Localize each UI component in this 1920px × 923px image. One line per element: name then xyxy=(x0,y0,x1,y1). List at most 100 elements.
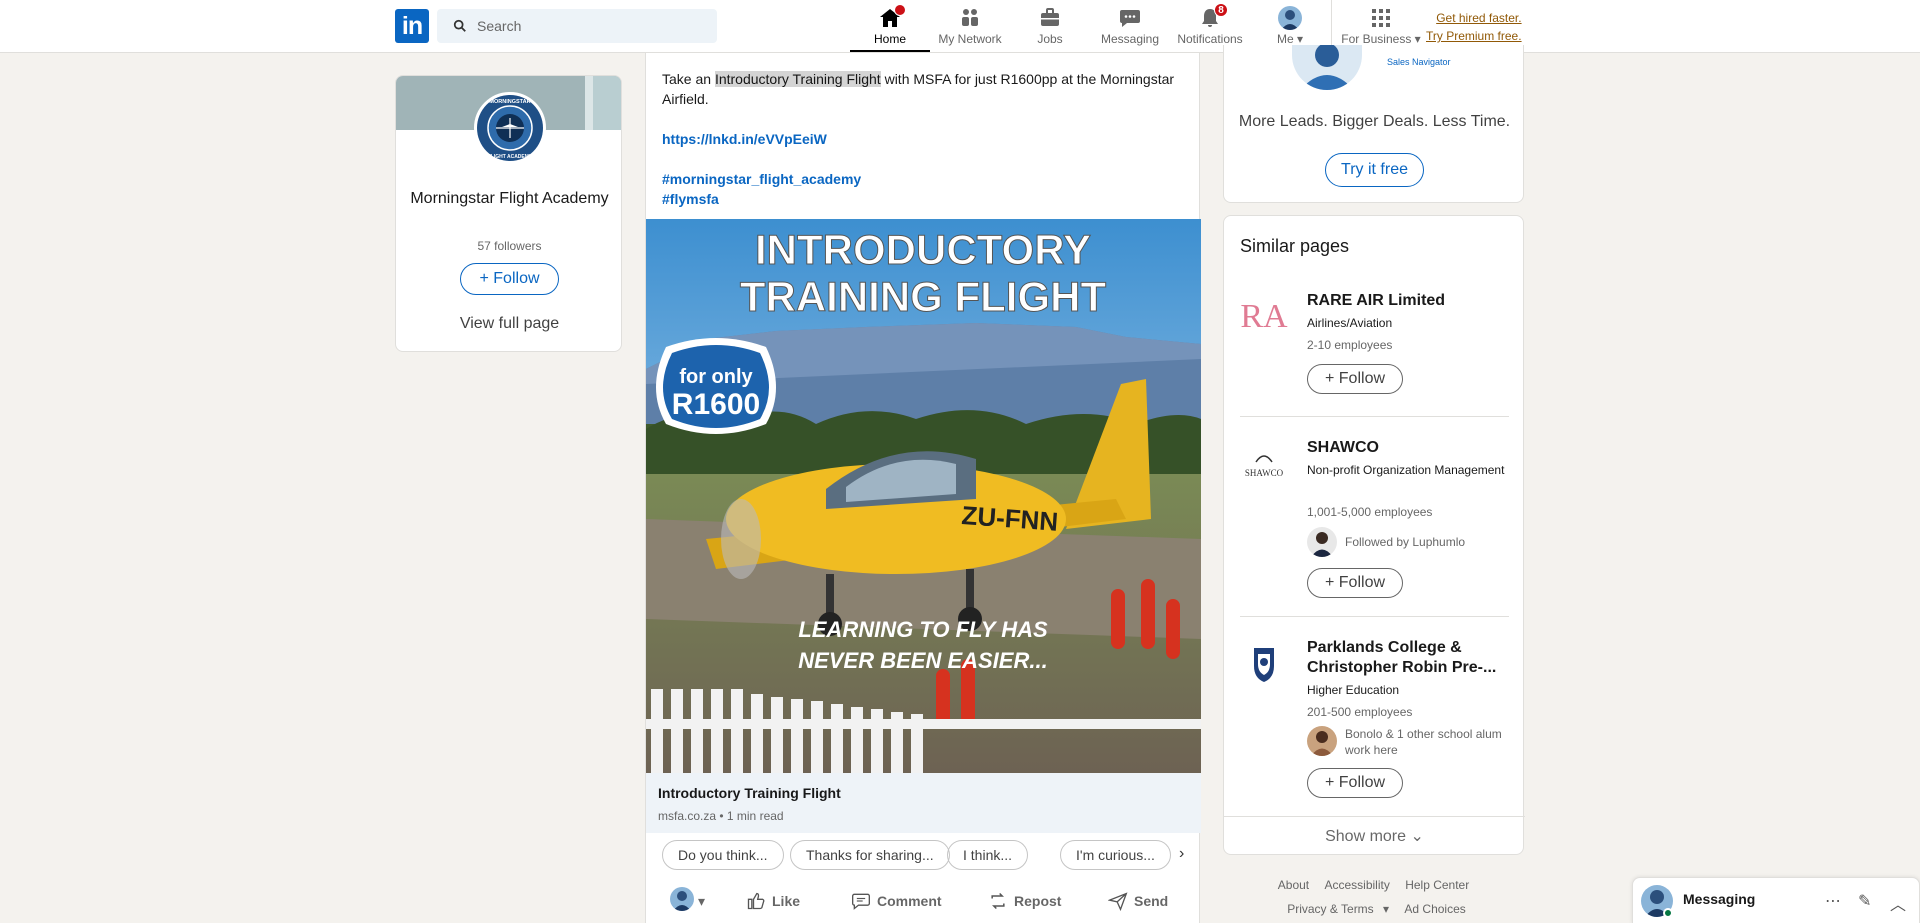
feed-post: Take an Introductory Training Flight wit… xyxy=(645,53,1201,923)
show-more-label: Show more xyxy=(1325,828,1407,845)
view-full-page-link[interactable]: View full page xyxy=(396,315,621,333)
more-options-icon[interactable]: ⋯ xyxy=(1825,891,1841,911)
similar-page-item: Parklands College & Christopher Robin Pr… xyxy=(1240,638,1508,810)
sales-navigator-promo: Sales Navigator More Leads. Bigger Deals… xyxy=(1223,45,1524,203)
follow-company-button[interactable]: + Follow xyxy=(460,263,559,295)
similar-page-industry: Non-profit Organization Management xyxy=(1307,463,1505,477)
chevron-up-icon[interactable]: ︿ xyxy=(1890,891,1906,915)
comment-label: Comment xyxy=(877,893,942,909)
company-card: MORNINGSTAR FLIGHT ACADEMY Morningstar F… xyxy=(395,75,622,352)
follow-button[interactable]: + Follow xyxy=(1307,568,1403,598)
compose-icon[interactable]: ✎ xyxy=(1858,891,1871,911)
briefcase-icon xyxy=(1038,6,1062,30)
hashtag-link[interactable]: #flymsfa xyxy=(662,191,719,207)
footer-links: About Accessibility Help Center Privacy … xyxy=(1223,873,1524,921)
similar-page-name[interactable]: SHAWCO xyxy=(1307,438,1507,458)
like-button[interactable]: Like xyxy=(746,891,800,911)
nav-my-network-label: My Network xyxy=(938,32,1002,46)
top-nav: in Home My Network Jobs Messaging 8 No xyxy=(0,0,1920,53)
school-crest-icon xyxy=(1254,648,1274,682)
hashtag-link[interactable]: #morningstar_flight_academy xyxy=(662,171,861,187)
company-logo[interactable]: RA xyxy=(1240,293,1288,341)
linkedin-logo[interactable]: in xyxy=(395,9,429,43)
post-text-highlight: Introductory Training Flight xyxy=(714,71,881,87)
comment-suggestion-chip[interactable]: Do you think... xyxy=(662,840,784,870)
avatar xyxy=(1307,726,1337,756)
comment-button[interactable]: Comment xyxy=(851,891,942,911)
plus-icon: + xyxy=(1324,370,1339,387)
similar-page-name[interactable]: Parklands College & Christopher Robin Pr… xyxy=(1307,638,1507,678)
image-tagline-1: LEARNING TO FLY HAS xyxy=(798,617,1048,642)
follow-button[interactable]: + Follow xyxy=(1307,768,1403,798)
footer-link[interactable]: Accessibility xyxy=(1324,878,1389,892)
company-name[interactable]: Morningstar Flight Academy xyxy=(406,187,613,211)
follow-label: Follow xyxy=(1338,370,1386,387)
svg-text:MORNINGSTAR: MORNINGSTAR xyxy=(489,99,530,105)
avatar xyxy=(1307,527,1337,557)
follow-label: Follow xyxy=(493,270,540,287)
post-actions: ▾ Like Comment Repost Send xyxy=(646,879,1201,923)
footer-link[interactable]: About xyxy=(1278,878,1309,892)
similar-pages-card: Similar pages RA RARE AIR Limited Airlin… xyxy=(1223,215,1525,856)
post-link[interactable]: https://lnkd.in/eVVpEeiW xyxy=(662,131,827,147)
similar-pages-heading: Similar pages xyxy=(1240,236,1350,256)
price-badge-line2: R1600 xyxy=(672,388,760,421)
comment-suggestion-chip[interactable]: I think... xyxy=(947,840,1029,870)
nav-me-label: Me ▾ xyxy=(1276,32,1304,46)
divider xyxy=(1240,416,1509,417)
comment-suggestion-chip[interactable]: I'm curious... xyxy=(1060,840,1171,870)
comment-suggestion-chip[interactable]: Thanks for sharing... xyxy=(790,840,950,870)
chevron-down-icon[interactable]: ▾ xyxy=(698,893,705,910)
company-logo[interactable]: MORNINGSTAR FLIGHT ACADEMY xyxy=(474,92,546,164)
footer-link-label: Privacy & Terms xyxy=(1287,902,1374,916)
similar-page-industry: Airlines/Aviation xyxy=(1307,316,1393,330)
bell-icon: 8 xyxy=(1198,3,1228,30)
network-icon xyxy=(958,6,982,30)
image-headline-1: INTRODUCTORY xyxy=(755,226,1091,273)
avatar[interactable] xyxy=(670,887,694,911)
follow-button[interactable]: + Follow xyxy=(1307,364,1403,394)
post-text: Take an Introductory Training Flight wit… xyxy=(662,69,1187,109)
followed-by: Followed by Luphumlo xyxy=(1307,527,1512,559)
company-logo[interactable] xyxy=(1240,640,1288,688)
nav-my-network[interactable]: My Network xyxy=(930,0,1010,52)
show-more-button[interactable]: Show more ⌄ xyxy=(1224,816,1525,856)
chat-icon xyxy=(1118,6,1142,30)
nav-messaging-label: Messaging xyxy=(1100,32,1160,46)
send-icon xyxy=(1107,892,1128,912)
search-input[interactable] xyxy=(477,9,707,43)
image-headline-2: TRAINING FLIGHT xyxy=(740,273,1107,320)
post-image[interactable]: ZU-FNN INTRODUCTORY TRAINING FLIGHT for … xyxy=(646,219,1201,773)
promo-image xyxy=(1292,45,1362,90)
logo-text: SHAWCO xyxy=(1244,468,1284,478)
image-tagline-2: NEVER BEEN EASIER... xyxy=(798,648,1047,673)
online-status-dot xyxy=(1663,908,1673,918)
nav-messaging[interactable]: Messaging xyxy=(1090,0,1170,52)
divider xyxy=(1240,616,1509,617)
like-label: Like xyxy=(772,893,801,909)
home-icon xyxy=(878,4,906,30)
nav-jobs[interactable]: Jobs xyxy=(1020,0,1080,52)
try-it-free-button[interactable]: Try it free xyxy=(1325,153,1424,187)
send-label: Send xyxy=(1134,893,1169,909)
footer-link[interactable]: Ad Choices xyxy=(1404,902,1465,916)
promo-product-name: Sales Navigator xyxy=(1387,57,1451,67)
company-logo[interactable]: SHAWCO xyxy=(1240,440,1288,488)
get-hired-link[interactable]: Get hired faster. xyxy=(1426,9,1521,27)
nav-home[interactable]: Home xyxy=(850,0,930,52)
footer-link[interactable]: Privacy & Terms ▾ xyxy=(1281,902,1389,916)
plus-icon: + xyxy=(479,270,494,287)
svg-text:FLIGHT ACADEMY: FLIGHT ACADEMY xyxy=(488,154,533,160)
repost-button[interactable]: Repost xyxy=(988,891,1061,911)
article-preview[interactable]: Introductory Training Flight msfa.co.za … xyxy=(646,773,1201,833)
similar-page-employees: 1,001-5,000 employees xyxy=(1307,505,1433,519)
avatar xyxy=(1278,6,1302,30)
article-source: msfa.co.za • 1 min read xyxy=(658,809,784,823)
footer-link[interactable]: Help Center xyxy=(1405,878,1469,892)
similar-page-name[interactable]: RARE AIR Limited xyxy=(1307,291,1507,311)
send-button[interactable]: Send xyxy=(1107,891,1169,912)
try-premium-link[interactable]: Try Premium free. xyxy=(1426,27,1522,45)
search-box[interactable] xyxy=(437,9,717,43)
messaging-bar[interactable]: Messaging ⋯ ✎ ︿ xyxy=(1632,877,1920,923)
chevron-right-icon[interactable]: › xyxy=(1179,845,1184,863)
